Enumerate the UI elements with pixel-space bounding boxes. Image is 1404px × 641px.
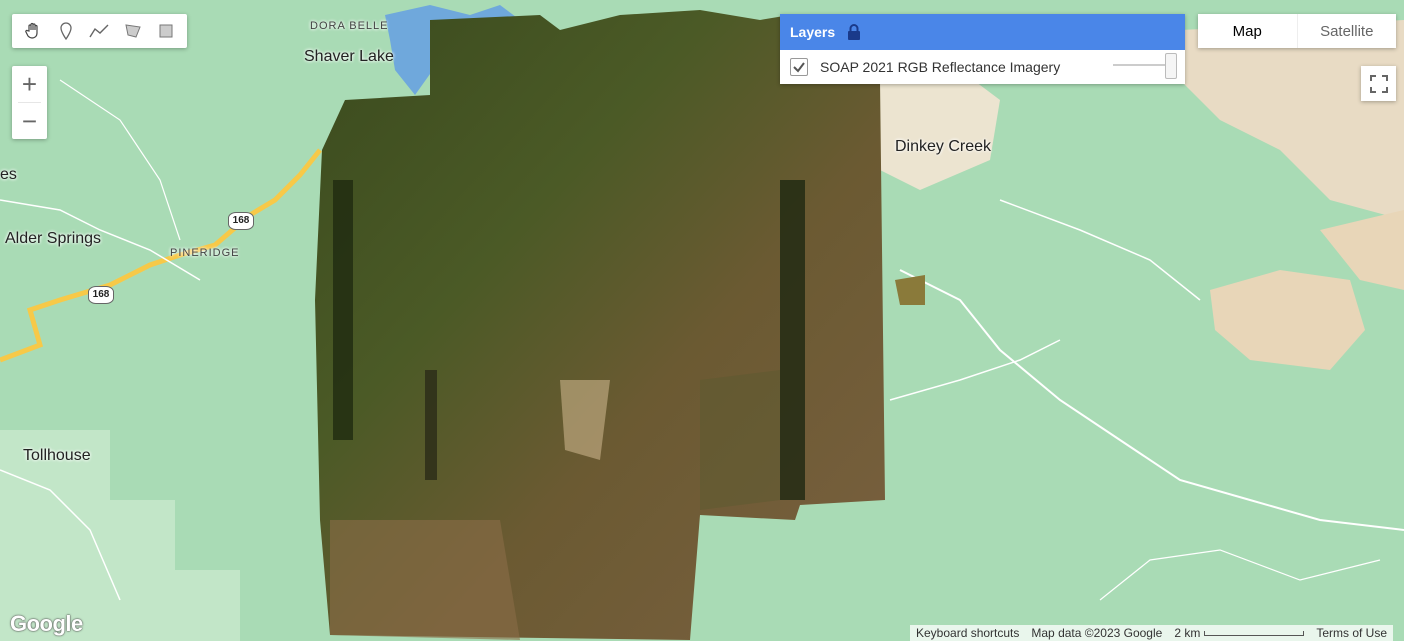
zoom-in-button[interactable]: + — [12, 66, 47, 102]
layer-checkbox[interactable] — [790, 58, 808, 76]
place-label: Alder Springs — [5, 230, 102, 247]
place-label: es — [0, 166, 17, 183]
map-data-attribution: Map data ©2023 Google — [1031, 626, 1163, 640]
rectangle-icon[interactable] — [152, 17, 180, 45]
map-type-map-button[interactable]: Map — [1198, 14, 1297, 48]
route-shield: 168 — [228, 212, 254, 230]
place-label: Dinkey Creek — [895, 138, 992, 155]
checkmark-icon — [793, 62, 805, 73]
fullscreen-icon — [1369, 74, 1388, 93]
place-label: DORA BELLE — [310, 20, 389, 32]
drawing-toolbar — [12, 14, 187, 48]
layer-label: SOAP 2021 RGB Reflectance Imagery — [820, 59, 1061, 75]
scale-bar — [1204, 631, 1305, 637]
fullscreen-button[interactable] — [1361, 66, 1396, 101]
place-label: PINERIDGE — [170, 247, 240, 259]
layer-item: SOAP 2021 RGB Reflectance Imagery — [780, 50, 1185, 84]
pan-hand-icon[interactable] — [19, 17, 47, 45]
line-icon[interactable] — [85, 17, 113, 45]
zoom-control: + − — [12, 66, 47, 139]
keyboard-shortcuts-link[interactable]: Keyboard shortcuts — [910, 625, 1025, 641]
map-footer: Keyboard shortcuts Map data ©2023 Google… — [910, 625, 1394, 641]
layers-title: Layers — [790, 24, 836, 40]
opacity-slider[interactable] — [1113, 53, 1177, 79]
place-label: Shaver Lake — [304, 48, 394, 65]
scale-control[interactable]: 2 km — [1168, 625, 1310, 641]
route-shield: 168 — [88, 286, 114, 304]
layers-header[interactable]: Layers — [780, 14, 1185, 50]
map-type-satellite-button[interactable]: Satellite — [1296, 14, 1397, 48]
map-canvas[interactable] — [0, 0, 1404, 641]
zoom-out-button[interactable]: − — [12, 103, 47, 139]
google-logo: Google — [10, 611, 83, 636]
marker-icon[interactable] — [52, 17, 80, 45]
polygon-icon[interactable] — [119, 17, 147, 45]
lock-icon[interactable] — [847, 24, 861, 40]
terms-link[interactable]: Terms of Use — [1310, 625, 1393, 641]
map-type-control: Map Satellite — [1198, 14, 1396, 48]
slider-handle[interactable] — [1165, 53, 1177, 79]
place-label: Tollhouse — [23, 447, 91, 464]
layers-panel: Layers SOAP 2021 RGB Reflectance Imagery — [780, 14, 1185, 84]
scale-label: 2 km — [1174, 626, 1201, 640]
